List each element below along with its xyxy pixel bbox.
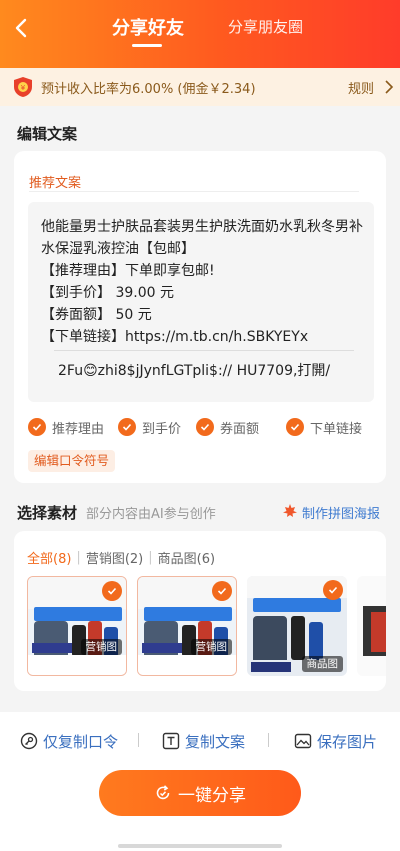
- option-coupon-checkbox[interactable]: 券面额: [196, 416, 259, 438]
- copy-text-label: 复制文案: [185, 732, 246, 751]
- divider: |: [76, 550, 81, 565]
- thumb-tagline: [32, 643, 72, 653]
- checkmark-icon: [118, 418, 136, 436]
- checkmark-icon: [28, 418, 46, 436]
- thumb-footer: [28, 655, 126, 675]
- material-thumbnail[interactable]: 商品图: [247, 576, 347, 676]
- copy-card: 推荐文案 他能量男士护肤品套装男生护肤洗面奶水乳秋冬男补水保湿乳液控油【包邮】 …: [14, 151, 386, 483]
- image-icon: [294, 733, 312, 749]
- selected-check-icon[interactable]: [212, 581, 232, 601]
- material-type-tag: 营销图: [80, 639, 122, 655]
- svg-text:¥: ¥: [21, 84, 26, 92]
- thumb-tagline: [251, 662, 291, 672]
- thumb-bottle: [309, 622, 323, 660]
- option-price-checkbox[interactable]: 到手价: [118, 416, 181, 438]
- back-arrow-icon[interactable]: [10, 16, 34, 40]
- bottom-action-bar: 仅复制口令 复制文案 保存图片 一键分享: [0, 712, 400, 851]
- tab-share-moments[interactable]: 分享朋友圈: [228, 16, 303, 37]
- option-reason-checkbox[interactable]: 推荐理由: [28, 416, 104, 438]
- select-material-title: 选择素材: [17, 504, 78, 522]
- copy-text-box[interactable]: 他能量男士护肤品套装男生护肤洗面奶水乳秋冬男补水保湿乳液控油【包邮】 【推荐理由…: [28, 202, 374, 402]
- edit-copy-title: 编辑文案: [17, 125, 78, 143]
- divider: |: [148, 550, 153, 565]
- copy-text-button[interactable]: 复制文案: [162, 729, 245, 753]
- commission-banner[interactable]: ¥ 预计收入比率为6.00% (佣金￥2.34) 规则: [0, 68, 400, 106]
- material-thumbnail[interactable]: 营销图: [137, 576, 237, 676]
- copy-token-only-button[interactable]: 仅复制口令: [20, 729, 118, 753]
- include-options: 推荐理由 到手价 券面额 下单链接: [28, 416, 378, 438]
- material-type-tag: 营销图: [190, 639, 232, 655]
- material-thumbnail[interactable]: 营销图: [27, 576, 127, 676]
- save-image-button[interactable]: 保存图片: [294, 729, 377, 753]
- option-label: 下单链接: [310, 421, 363, 437]
- material-thumbnail-partial[interactable]: [357, 576, 386, 676]
- recommended-copy-label: 推荐文案: [29, 176, 82, 191]
- filter-marketing[interactable]: 营销图(2): [86, 548, 143, 567]
- key-icon: [20, 732, 38, 750]
- save-image-label: 保存图片: [317, 732, 378, 751]
- divider: [268, 733, 269, 747]
- share-label: 一键分享: [178, 785, 246, 806]
- checkmark-icon: [196, 418, 214, 436]
- selected-check-icon[interactable]: [102, 581, 122, 601]
- tab-share-friends[interactable]: 分享好友: [112, 14, 184, 40]
- material-type-tag: 商品图: [301, 656, 343, 672]
- thumb-banner: [34, 607, 122, 621]
- thumb-banner: [253, 598, 341, 612]
- option-label: 推荐理由: [52, 421, 105, 437]
- thumb-tagline: [142, 643, 182, 653]
- divider: [54, 350, 354, 351]
- active-tab-indicator: [132, 44, 162, 47]
- share-token-text[interactable]: 2Fu😊zhi8$jJynfLGTpli$:// HU7709,打開/: [58, 360, 330, 380]
- copy-text[interactable]: 他能量男士护肤品套装男生护肤洗面奶水乳秋冬男补水保湿乳液控油【包邮】 【推荐理由…: [41, 216, 363, 348]
- filter-product[interactable]: 商品图(6): [158, 548, 215, 567]
- one-click-share-button[interactable]: 一键分享: [99, 770, 301, 816]
- divider: [138, 733, 139, 747]
- edit-token-symbol-button[interactable]: 编辑口令符号: [28, 450, 116, 472]
- material-card: 全部(8) | 营销图(2) | 商品图(6) 营销图 营销图 商品图: [14, 531, 386, 691]
- rules-link[interactable]: 规则: [348, 78, 374, 97]
- chevron-right-icon: [385, 80, 394, 94]
- thumb-bottle: [291, 616, 305, 660]
- maple-leaf-icon: [283, 504, 297, 517]
- thumb-bottle: [371, 612, 386, 652]
- ai-hint-text: 部分内容由AI参与创作: [86, 507, 216, 522]
- commission-rate-text: 预计收入比率为6.00% (佣金￥2.34): [41, 82, 256, 97]
- copy-token-label: 仅复制口令: [43, 732, 119, 751]
- text-box-icon: [162, 732, 180, 750]
- divider: [29, 191, 359, 192]
- checkmark-icon: [286, 418, 304, 436]
- make-collage-poster-link[interactable]: 制作拼图海报: [302, 503, 380, 522]
- thumb-banner: [144, 607, 232, 621]
- option-label: 到手价: [142, 421, 182, 437]
- selected-check-icon[interactable]: [323, 580, 343, 600]
- share-refresh-icon: [156, 785, 170, 800]
- home-indicator: [118, 844, 282, 848]
- top-header: 分享好友 分享朋友圈: [0, 0, 400, 68]
- thumb-model: [253, 616, 287, 660]
- option-label: 券面额: [220, 421, 260, 437]
- option-link-checkbox[interactable]: 下单链接: [286, 416, 362, 438]
- commission-badge-icon: ¥: [14, 77, 32, 97]
- thumb-footer: [138, 655, 236, 675]
- filter-all[interactable]: 全部(8): [27, 548, 71, 567]
- material-filter-tabs: 全部(8) | 营销图(2) | 商品图(6): [27, 548, 215, 567]
